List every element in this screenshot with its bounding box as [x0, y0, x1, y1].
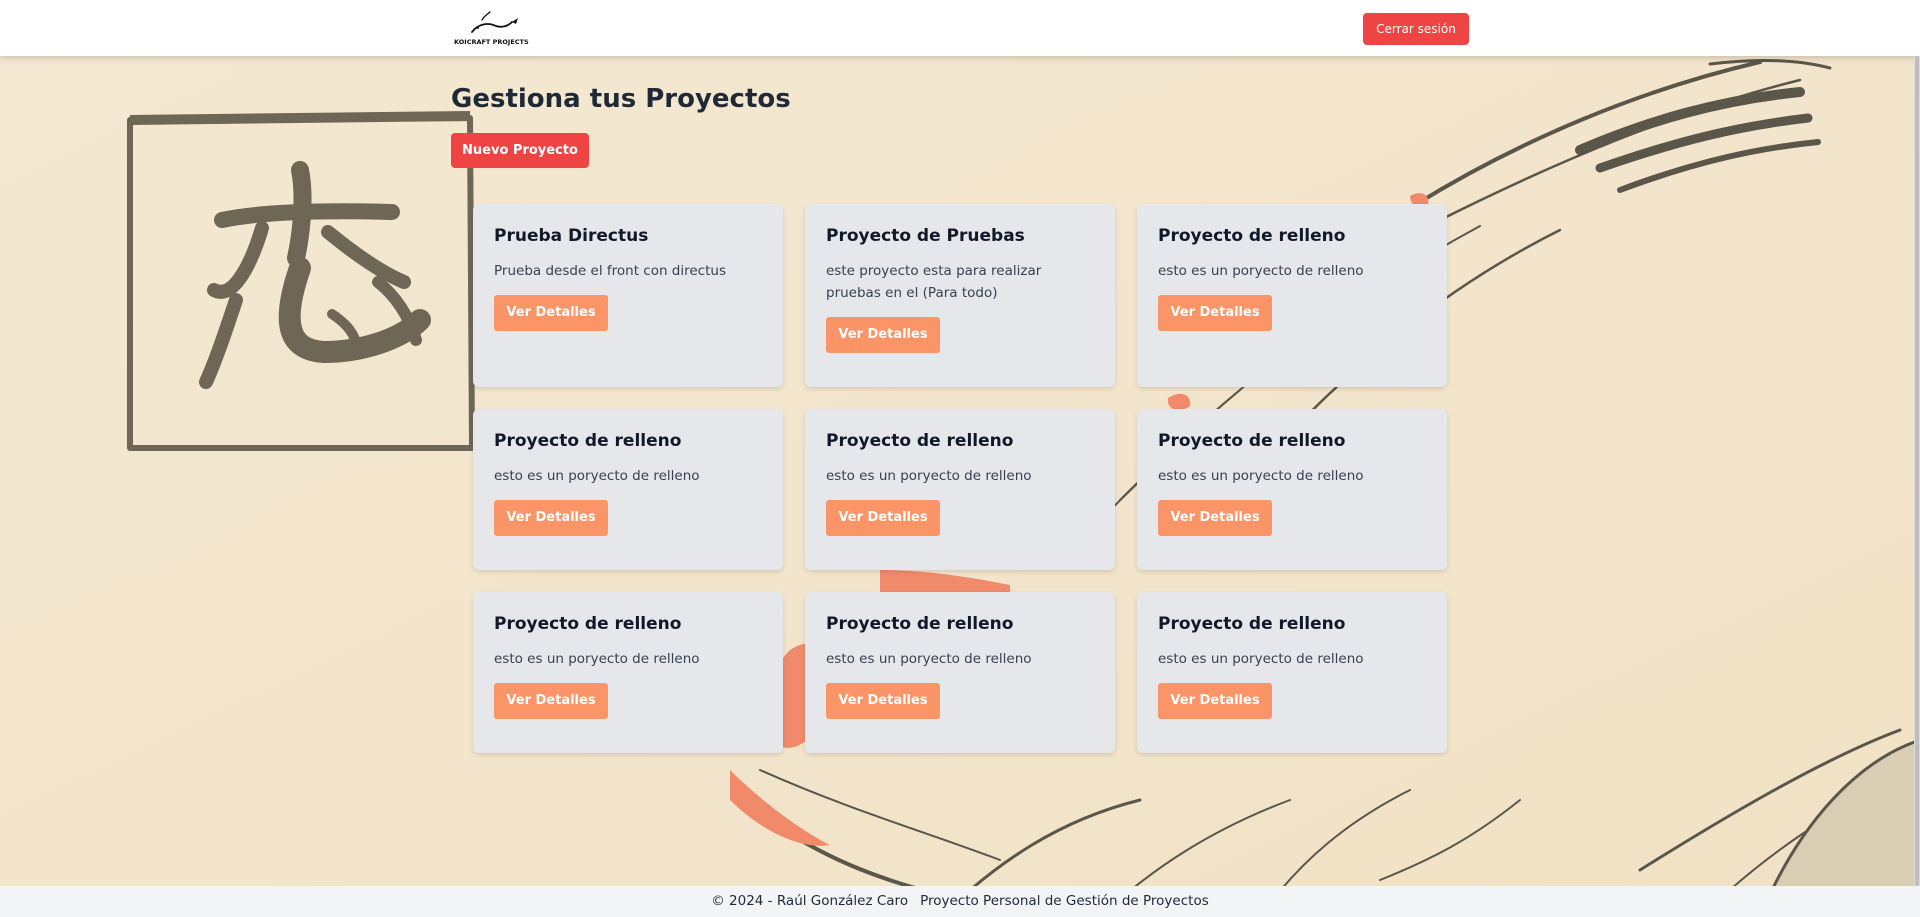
- project-card: Proyecto de Pruebas este proyecto esta p…: [805, 204, 1115, 387]
- project-card: Proyecto de relleno esto es un poryecto …: [1137, 592, 1447, 753]
- top-navbar: KOICRAFT PROJECTS Cerrar sesión: [0, 0, 1920, 56]
- project-card: Proyecto de relleno esto es un poryecto …: [1137, 204, 1447, 387]
- view-details-button[interactable]: Ver Detalles: [494, 500, 608, 536]
- project-title: Proyecto de relleno: [494, 431, 682, 451]
- project-card: Proyecto de relleno esto es un poryecto …: [473, 592, 783, 753]
- project-description: esto es un poryecto de relleno: [826, 468, 1032, 484]
- projects-grid: Prueba Directus Prueba desde el front co…: [473, 204, 1447, 753]
- view-details-button[interactable]: Ver Detalles: [826, 317, 940, 353]
- project-description: esto es un poryecto de relleno: [826, 651, 1032, 667]
- view-details-button[interactable]: Ver Detalles: [494, 683, 608, 719]
- project-description: esto es un poryecto de relleno: [494, 468, 700, 484]
- project-description: esto es un poryecto de relleno: [1158, 468, 1364, 484]
- project-title: Proyecto de relleno: [1158, 226, 1346, 246]
- project-card: Prueba Directus Prueba desde el front co…: [473, 204, 783, 387]
- footer-copyright: © 2024 - Raúl González Caro: [711, 893, 909, 909]
- view-details-button[interactable]: Ver Detalles: [1158, 500, 1272, 536]
- logo-text: KOICRAFT PROJECTS: [454, 38, 529, 46]
- view-details-button[interactable]: Ver Detalles: [494, 295, 608, 331]
- project-title: Proyecto de Pruebas: [826, 226, 1025, 246]
- scrollbar-thumb[interactable]: [1915, 56, 1919, 886]
- project-title: Proyecto de relleno: [826, 614, 1014, 634]
- project-title: Prueba Directus: [494, 226, 649, 246]
- project-title: Proyecto de relleno: [826, 431, 1014, 451]
- koi-fish-logo-icon: [471, 11, 518, 33]
- project-description: esto es un poryecto de relleno: [1158, 263, 1364, 279]
- new-project-button[interactable]: Nuevo Proyecto: [451, 133, 589, 168]
- koicraft-logo[interactable]: KOICRAFT PROJECTS: [454, 10, 529, 48]
- project-title: Proyecto de relleno: [1158, 614, 1346, 634]
- project-title: Proyecto de relleno: [494, 614, 682, 634]
- view-details-button[interactable]: Ver Detalles: [826, 500, 940, 536]
- view-details-button[interactable]: Ver Detalles: [1158, 295, 1272, 331]
- project-description: esto es un poryecto de relleno: [1158, 651, 1364, 667]
- project-card: Proyecto de relleno esto es un poryecto …: [473, 409, 783, 570]
- page-scrollbar[interactable]: [1914, 56, 1920, 886]
- project-card: Proyecto de relleno esto es un poryecto …: [1137, 409, 1447, 570]
- main-content: Gestiona tus Proyectos Nuevo Proyecto Pr…: [0, 56, 1920, 886]
- project-card: Proyecto de relleno esto es un poryecto …: [805, 409, 1115, 570]
- footer-subtitle: Proyecto Personal de Gestión de Proyecto…: [920, 893, 1209, 909]
- page-title: Gestiona tus Proyectos: [451, 84, 791, 114]
- project-description: este proyecto esta para realizar pruebas…: [826, 263, 1042, 301]
- project-description: Prueba desde el front con directus: [494, 263, 726, 279]
- view-details-button[interactable]: Ver Detalles: [826, 683, 940, 719]
- project-description: esto es un poryecto de relleno: [494, 651, 700, 667]
- logout-button[interactable]: Cerrar sesión: [1363, 13, 1469, 45]
- project-title: Proyecto de relleno: [1158, 431, 1346, 451]
- project-card: Proyecto de relleno esto es un poryecto …: [805, 592, 1115, 753]
- view-details-button[interactable]: Ver Detalles: [1158, 683, 1272, 719]
- page-footer: © 2024 - Raúl González Caro Proyecto Pers…: [0, 886, 1920, 917]
